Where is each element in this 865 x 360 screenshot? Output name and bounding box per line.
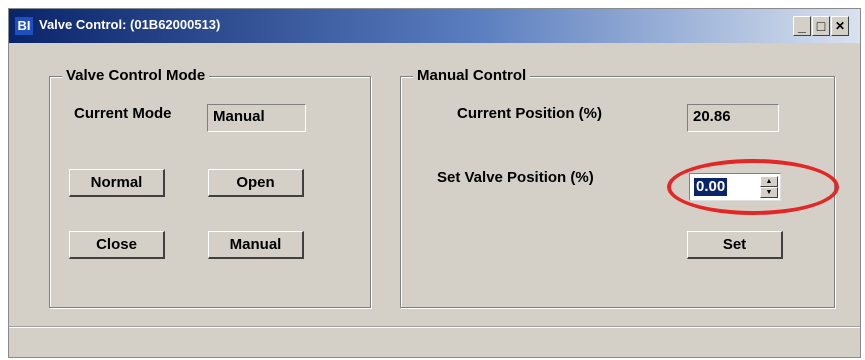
spinner-down-icon[interactable]: ▼ <box>760 187 778 198</box>
valve-control-mode-title: Valve Control Mode <box>62 67 210 84</box>
spinner-up-icon[interactable]: ▲ <box>760 176 778 187</box>
maximize-button[interactable]: □ <box>812 16 830 36</box>
spinner-buttons: ▲ ▼ <box>760 176 778 198</box>
title-bar[interactable]: BI Valve Control: (01B62000513) _ □ ✕ <box>9 9 860 43</box>
close-valve-button[interactable]: Close <box>69 231 165 259</box>
set-valve-position-label: Set Valve Position (%) <box>437 169 594 186</box>
status-divider <box>9 326 860 327</box>
close-button[interactable]: ✕ <box>831 16 849 36</box>
open-button[interactable]: Open <box>208 169 304 197</box>
current-position-value: 20.86 <box>687 104 779 132</box>
current-position-label: Current Position (%) <box>457 105 602 122</box>
current-mode-value: Manual <box>207 104 306 132</box>
current-mode-label: Current Mode <box>74 105 172 122</box>
window-title: Valve Control: (01B62000513) <box>39 17 221 32</box>
normal-button[interactable]: Normal <box>69 169 165 197</box>
valve-control-window: BI Valve Control: (01B62000513) _ □ ✕ Va… <box>8 8 861 358</box>
set-valve-position-input[interactable]: 0.00 <box>694 178 728 196</box>
set-button[interactable]: Set <box>687 231 783 259</box>
set-valve-position-spinner[interactable]: 0.00 ▲ ▼ <box>689 173 781 201</box>
app-icon: BI <box>15 17 33 35</box>
manual-button[interactable]: Manual <box>208 231 304 259</box>
manual-control-title: Manual Control <box>413 67 531 84</box>
minimize-button[interactable]: _ <box>793 16 811 36</box>
